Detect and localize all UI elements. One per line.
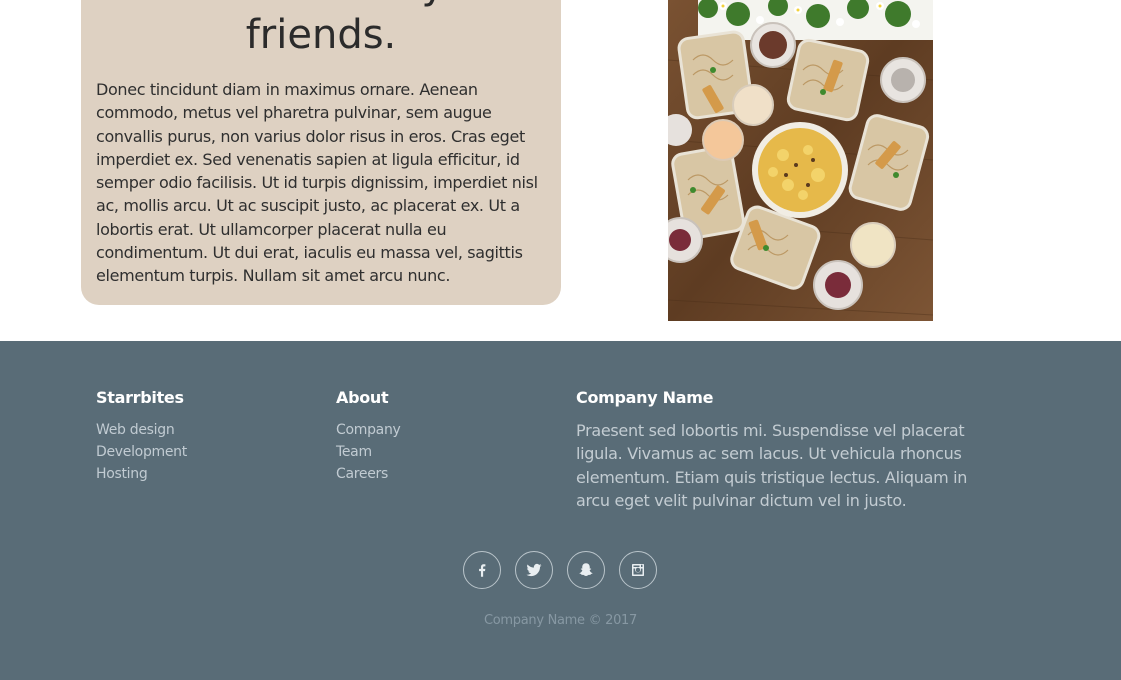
snapchat-icon[interactable] xyxy=(567,551,605,589)
footer-about-heading: About xyxy=(336,388,389,407)
facebook-icon[interactable] xyxy=(463,551,501,589)
social-links xyxy=(463,551,657,589)
copyright-text: Company Name © 2017 xyxy=(484,613,637,628)
footer-link-web-design[interactable]: Web design xyxy=(96,419,187,441)
footer-about-list: Company Team Careers xyxy=(336,419,401,485)
footer-services-column: Starrbites Web design Development Hostin… xyxy=(96,388,187,485)
footer-about-column: About Company Team Careers xyxy=(336,388,401,485)
food-photo xyxy=(668,0,933,321)
site-footer: Starrbites Web design Development Hostin… xyxy=(0,341,1121,680)
instagram-icon[interactable] xyxy=(619,551,657,589)
food-photo-illustration xyxy=(668,0,933,321)
footer-services-heading: Starrbites xyxy=(96,388,184,407)
footer-link-team[interactable]: Team xyxy=(336,441,401,463)
twitter-icon[interactable] xyxy=(515,551,553,589)
feature-text: Donec tincidunt diam in maximus ornare. … xyxy=(96,80,538,286)
footer-link-hosting[interactable]: Hosting xyxy=(96,463,187,485)
feature-card: Have fun with your friends. Donec tincid… xyxy=(81,0,561,305)
footer-company-text: Praesent sed lobortis mi. Suspendisse ve… xyxy=(576,421,968,510)
feature-section: Have fun with your friends. Donec tincid… xyxy=(0,0,1121,341)
footer-company-column: Company Name Praesent sed lobortis mi. S… xyxy=(576,388,996,512)
feature-title: Have fun with your friends. xyxy=(131,0,512,58)
footer-services-list: Web design Development Hosting xyxy=(96,419,187,485)
footer-link-development[interactable]: Development xyxy=(96,441,187,463)
footer-link-company[interactable]: Company xyxy=(336,419,401,441)
footer-company-heading: Company Name xyxy=(576,388,714,407)
footer-link-careers[interactable]: Careers xyxy=(336,463,401,485)
